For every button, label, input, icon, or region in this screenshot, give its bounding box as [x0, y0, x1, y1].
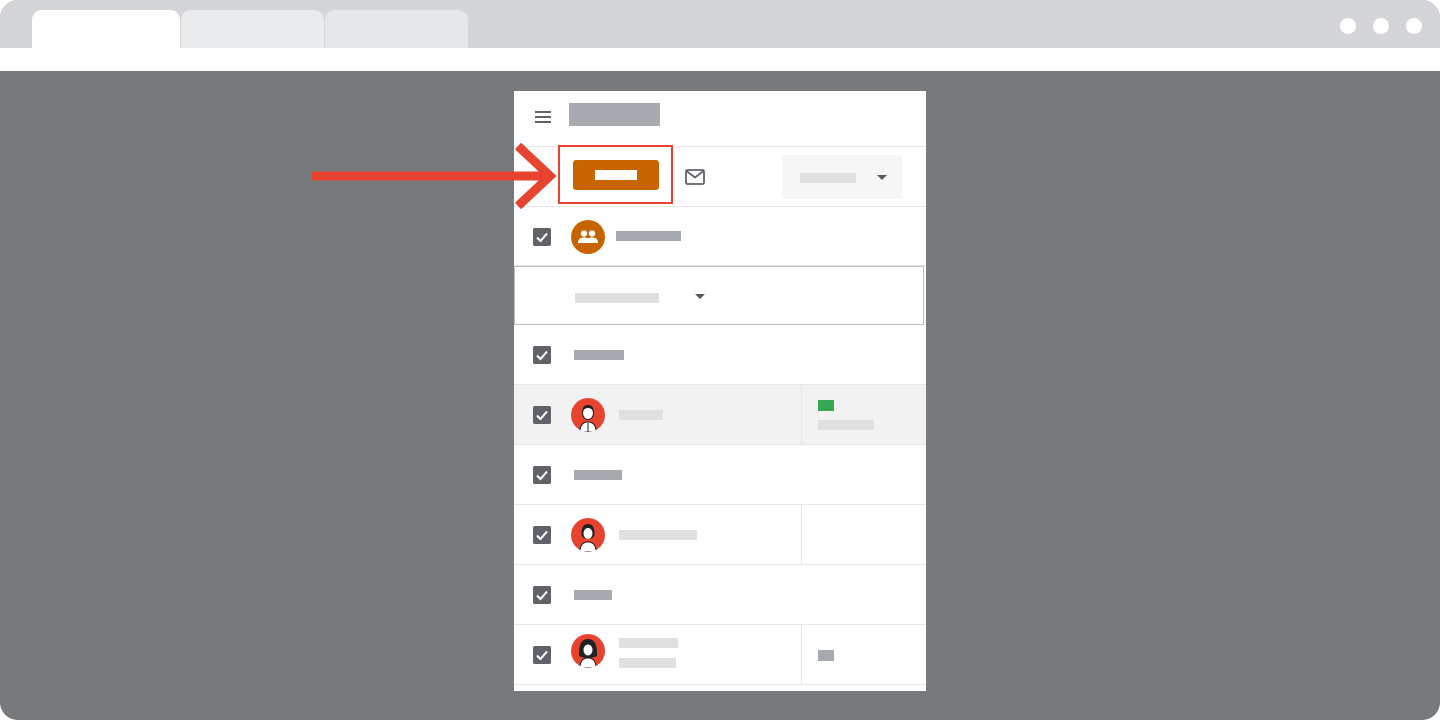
list-item[interactable]	[514, 445, 926, 505]
checkbox[interactable]	[533, 346, 551, 364]
checkbox[interactable]	[533, 586, 551, 604]
list-item[interactable]	[514, 565, 926, 625]
section-label	[574, 590, 612, 600]
checkmark-icon	[536, 410, 548, 421]
window-control-dot[interactable]	[1373, 18, 1389, 34]
mail-icon[interactable]	[685, 169, 705, 185]
column-divider	[801, 625, 802, 684]
column-divider	[801, 505, 802, 564]
view-dropdown[interactable]	[782, 155, 902, 199]
list-item[interactable]	[514, 505, 926, 565]
checkbox[interactable]	[533, 526, 551, 544]
chevron-down-icon	[695, 294, 705, 299]
person-name	[619, 638, 678, 648]
person-name	[619, 530, 697, 540]
checkmark-icon	[536, 650, 548, 661]
group-row[interactable]	[514, 207, 926, 266]
checkmark-icon	[536, 530, 548, 541]
hamburger-menu-icon[interactable]	[535, 111, 551, 123]
browser-tab[interactable]	[181, 10, 324, 48]
page-title	[569, 103, 660, 126]
checkbox[interactable]	[533, 466, 551, 484]
section-label	[574, 470, 622, 480]
checkbox[interactable]	[533, 406, 551, 424]
window-control-dot[interactable]	[1340, 18, 1356, 34]
list-item[interactable]	[514, 385, 926, 445]
browser-tab[interactable]	[325, 10, 468, 48]
person-name	[619, 410, 663, 420]
filter-value	[575, 293, 659, 303]
tab-bar	[0, 0, 1440, 48]
pointer-arrow-icon	[312, 142, 557, 210]
address-bar	[0, 48, 1440, 71]
checkbox[interactable]	[533, 228, 551, 246]
avatar	[571, 634, 605, 668]
filter-dropdown[interactable]	[514, 266, 924, 325]
list-item[interactable]	[514, 325, 926, 385]
checkmark-icon	[536, 350, 548, 361]
group-icon	[571, 220, 605, 254]
highlight-box	[558, 145, 673, 204]
app-header	[514, 91, 926, 147]
person-subtext	[619, 658, 676, 668]
avatar	[571, 398, 605, 432]
status-badge	[818, 650, 834, 661]
dropdown-value	[800, 173, 856, 183]
browser-tab-active[interactable]	[32, 10, 180, 48]
status-badge	[818, 400, 834, 411]
checkmark-icon	[536, 470, 548, 481]
checkbox[interactable]	[533, 646, 551, 664]
window-controls	[1340, 18, 1422, 34]
column-divider	[801, 385, 802, 444]
chevron-down-icon	[877, 175, 887, 180]
checkmark-icon	[536, 590, 548, 601]
avatar	[571, 518, 605, 552]
browser-window	[0, 0, 1440, 720]
group-label	[616, 231, 681, 241]
checkmark-icon	[536, 232, 548, 243]
window-control-dot[interactable]	[1406, 18, 1422, 34]
section-label	[574, 350, 624, 360]
list-item[interactable]	[514, 625, 926, 685]
detail-text	[818, 420, 874, 430]
